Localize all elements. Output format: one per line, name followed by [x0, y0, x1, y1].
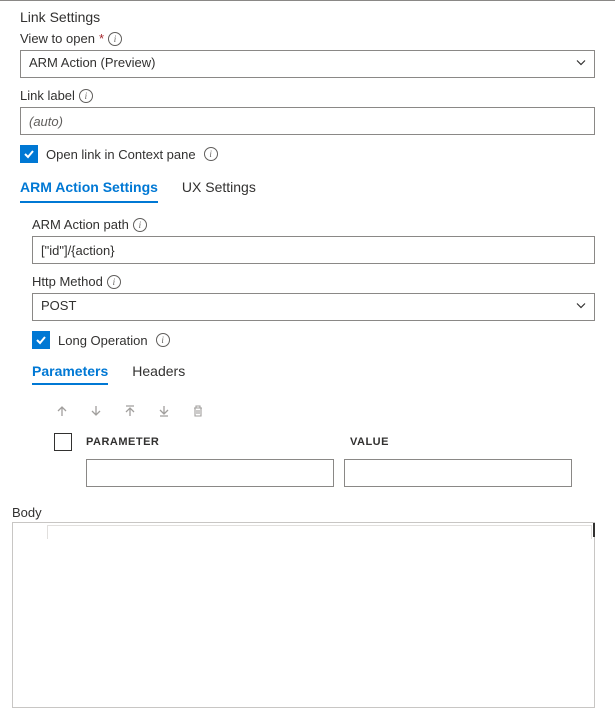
- tab-ux-settings[interactable]: UX Settings: [182, 173, 256, 203]
- long-operation-label: Long Operation: [58, 333, 148, 348]
- arm-action-path-label: ARM Action path: [32, 217, 129, 232]
- checkmark-icon: [35, 334, 47, 346]
- info-icon[interactable]: i: [156, 333, 170, 347]
- info-icon[interactable]: i: [108, 32, 122, 46]
- section-title: Link Settings: [20, 9, 595, 25]
- editor-gutter: [47, 525, 592, 539]
- table-row: [32, 459, 595, 487]
- long-operation-checkbox[interactable]: [32, 331, 50, 349]
- http-method-label: Http Method: [32, 274, 103, 289]
- link-label-label: Link label: [20, 88, 75, 103]
- info-icon[interactable]: i: [107, 275, 121, 289]
- http-method-select[interactable]: POST: [32, 293, 595, 321]
- tab-arm-action-settings[interactable]: ARM Action Settings: [20, 173, 158, 203]
- info-icon[interactable]: i: [79, 89, 93, 103]
- cursor-indicator: [593, 523, 595, 537]
- parameter-value-input[interactable]: [344, 459, 572, 487]
- subtab-parameters[interactable]: Parameters: [32, 359, 108, 385]
- checkmark-icon: [23, 148, 35, 160]
- open-context-checkbox[interactable]: [20, 145, 38, 163]
- required-asterisk: *: [99, 31, 104, 46]
- delete-icon[interactable]: [190, 403, 206, 419]
- move-up-icon[interactable]: [54, 403, 70, 419]
- move-down-icon[interactable]: [88, 403, 104, 419]
- info-icon[interactable]: i: [204, 147, 218, 161]
- http-method-value: POST: [32, 293, 595, 321]
- link-label-input[interactable]: [20, 107, 595, 135]
- view-to-open-value: ARM Action (Preview): [20, 50, 595, 78]
- view-to-open-label: View to open: [20, 31, 95, 46]
- body-label: Body: [12, 505, 595, 520]
- move-bottom-icon[interactable]: [156, 403, 172, 419]
- info-icon[interactable]: i: [133, 218, 147, 232]
- column-header-parameter: PARAMETER: [86, 436, 336, 448]
- select-all-checkbox[interactable]: [54, 433, 72, 451]
- parameter-name-input[interactable]: [86, 459, 334, 487]
- subtab-headers[interactable]: Headers: [132, 359, 185, 385]
- arm-action-path-input[interactable]: [32, 236, 595, 264]
- body-textarea[interactable]: [12, 522, 595, 708]
- view-to-open-select[interactable]: ARM Action (Preview): [20, 50, 595, 78]
- column-header-value: VALUE: [350, 436, 595, 448]
- open-context-label: Open link in Context pane: [46, 147, 196, 162]
- move-top-icon[interactable]: [122, 403, 138, 419]
